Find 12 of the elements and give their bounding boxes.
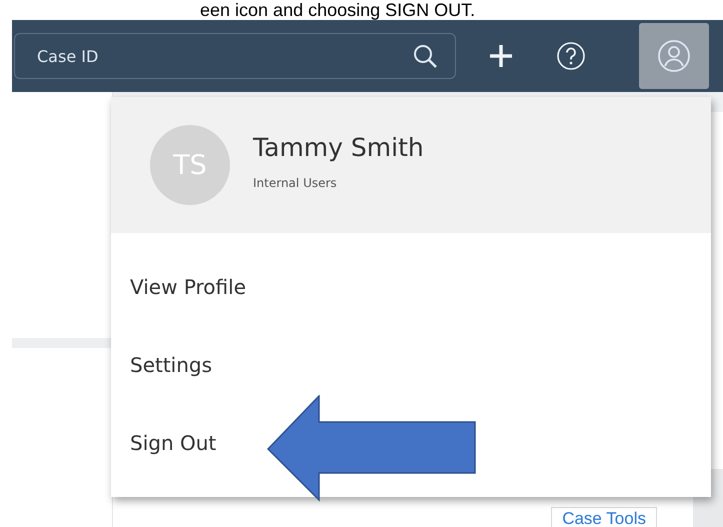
menu-item[interactable]: Settings — [111, 341, 711, 419]
search-field[interactable]: Case ID — [14, 33, 456, 79]
menu-item[interactable]: View Profile — [111, 263, 711, 341]
instruction-text: een icon and choosing SIGN OUT. — [199, 0, 476, 20]
user-group: Internal Users — [253, 176, 424, 190]
user-name: Tammy Smith — [253, 132, 424, 162]
search-icon[interactable] — [412, 43, 438, 69]
plus-icon[interactable] — [488, 43, 514, 69]
help-icon[interactable] — [556, 41, 586, 71]
menu-item[interactable]: Sign Out — [111, 419, 711, 497]
user-icon — [657, 39, 691, 73]
case-tools-tab[interactable]: Case Tools — [551, 507, 657, 527]
